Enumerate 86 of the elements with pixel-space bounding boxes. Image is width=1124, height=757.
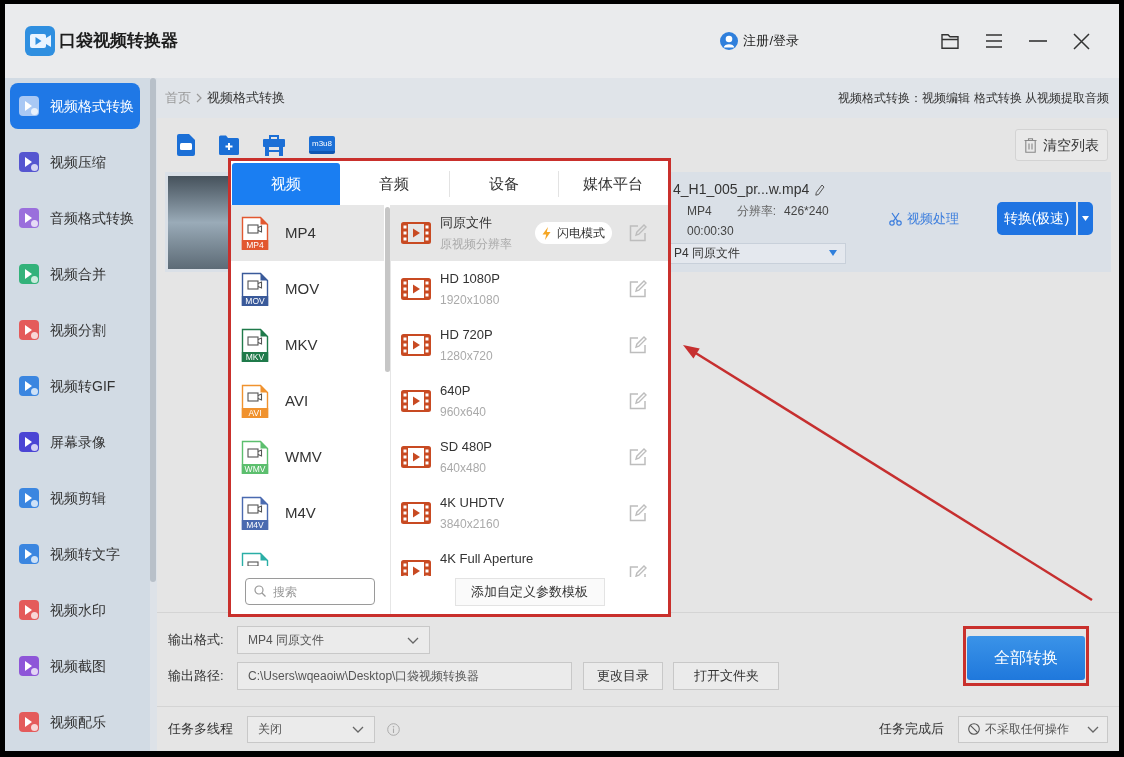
resolution-value: 426*240 <box>784 202 829 220</box>
after-done-dropdown[interactable]: 不采取任何操作 <box>958 715 1108 743</box>
trash-icon <box>1024 137 1037 153</box>
edit-icon[interactable] <box>629 504 647 522</box>
scrollbar-thumb[interactable] <box>385 207 390 372</box>
edit-icon[interactable] <box>629 280 647 298</box>
edit-icon[interactable] <box>629 392 647 410</box>
lightning-icon <box>542 226 551 240</box>
flash-mode-badge[interactable]: 闪电模式 <box>535 222 612 244</box>
edit-icon[interactable] <box>629 565 647 577</box>
edit-icon[interactable] <box>629 336 647 354</box>
m3u8-button[interactable]: m3u8 <box>309 136 335 154</box>
convert-all-button[interactable]: 全部转换 <box>967 636 1085 680</box>
add-folder-icon[interactable] <box>219 135 239 155</box>
film-icon <box>401 278 431 300</box>
caret-down-icon <box>1082 216 1089 221</box>
chevron-down-icon <box>407 636 419 644</box>
scissors-icon <box>889 211 902 226</box>
minimize-icon[interactable] <box>1029 40 1047 42</box>
dropdown-arrow-icon <box>829 250 837 256</box>
add-file-icon[interactable] <box>177 134 195 156</box>
output-format-label: 输出格式: <box>168 631 225 650</box>
film-icon <box>401 334 431 356</box>
sidebar-item[interactable]: 视频分割 <box>10 307 140 353</box>
avatar-icon <box>720 32 739 50</box>
file-duration: 00:00:30 <box>687 222 734 240</box>
file-name: 4_H1_005_pr...w.mp4 <box>673 180 810 199</box>
search-icon <box>254 585 266 597</box>
file-format-icon: MKV <box>241 328 269 362</box>
login-button[interactable]: 注册/登录 <box>720 31 799 51</box>
sidebar-item[interactable]: 音频格式转换 <box>10 195 140 241</box>
film-icon <box>401 560 431 576</box>
sidebar-item[interactable]: 视频压缩 <box>10 139 140 185</box>
app-title: 口袋视频转换器 <box>59 30 178 53</box>
sidebar-item[interactable]: 视频合并 <box>10 251 140 297</box>
output-path-label: 输出路径: <box>168 667 225 686</box>
pencil-icon[interactable] <box>815 183 826 196</box>
folder-action-button[interactable]: 打开文件夹 <box>673 662 779 690</box>
edit-icon[interactable] <box>629 224 647 242</box>
file-format-icon: MP4 <box>241 216 269 250</box>
film-icon <box>401 502 431 524</box>
add-template-button[interactable]: 添加自定义参数模板 <box>454 578 605 606</box>
convert-button[interactable]: 转换(极速) <box>997 202 1076 235</box>
threads-label: 任务多线程 <box>168 720 233 739</box>
format-option[interactable]: MP4 MP4 <box>231 205 384 261</box>
output-path-field[interactable]: C:\Users\wqeaoiw\Desktop\口袋视频转换器 <box>237 662 572 690</box>
close-icon[interactable] <box>1073 32 1090 50</box>
info-icon[interactable] <box>387 722 400 736</box>
film-icon <box>401 390 431 412</box>
breadcrumb-link[interactable]: 视频格式转换 <box>207 88 285 108</box>
sidebar-item[interactable]: 视频水印 <box>10 587 140 633</box>
sidebar-item[interactable]: 视频转GIF <box>10 363 140 409</box>
sidebar-item[interactable]: 视频转文字 <box>10 531 140 577</box>
sidebar-item[interactable]: 视频截图 <box>10 643 140 689</box>
search-field[interactable]: 搜索 <box>245 578 375 605</box>
page-description: 视频格式转换：视频编辑 格式转换 从视频提取音频 <box>838 90 1110 107</box>
folder-icon[interactable] <box>941 33 959 49</box>
file-format-icon: AVI <box>241 384 269 418</box>
chevron-down-icon <box>352 725 364 733</box>
menu-icon[interactable] <box>985 34 1003 48</box>
film-icon <box>401 446 431 468</box>
scrollbar-thumb[interactable] <box>150 78 156 582</box>
chevron-right-icon <box>196 93 202 103</box>
sidebar-item[interactable]: 视频格式转换 <box>10 83 140 129</box>
ban-icon <box>968 723 980 735</box>
logo-icon <box>25 26 55 56</box>
sidebar-item[interactable]: 屏幕录像 <box>10 419 140 465</box>
after-done-label: 任务完成后 <box>879 720 944 739</box>
sidebar-item[interactable]: 视频剪辑 <box>10 475 140 521</box>
threads-dropdown[interactable]: 关闭 <box>247 715 375 743</box>
convert-options-button[interactable] <box>1078 202 1093 235</box>
toolbox-icon[interactable] <box>263 134 285 156</box>
output-format-select[interactable]: P4 同原文件 <box>671 242 846 264</box>
edit-icon[interactable] <box>629 448 647 466</box>
file-format-icon: WMV <box>241 440 269 474</box>
film-icon <box>401 222 431 244</box>
output-format-dropdown[interactable]: MP4 同原文件 <box>237 626 430 654</box>
format-tab[interactable]: 视频 <box>232 163 341 205</box>
clear-list-button[interactable]: 清空列表 <box>1015 129 1108 161</box>
chevron-down-icon <box>1087 725 1099 733</box>
file-format-icon: MOV <box>241 272 269 306</box>
folder-action-button[interactable]: 更改目录 <box>583 662 663 690</box>
file-format-icon: M4V <box>241 496 269 530</box>
file-format: MP4 <box>687 202 712 220</box>
resolution-label: 分辨率: <box>736 202 777 220</box>
sidebar-item[interactable]: 视频配乐 <box>10 699 140 745</box>
